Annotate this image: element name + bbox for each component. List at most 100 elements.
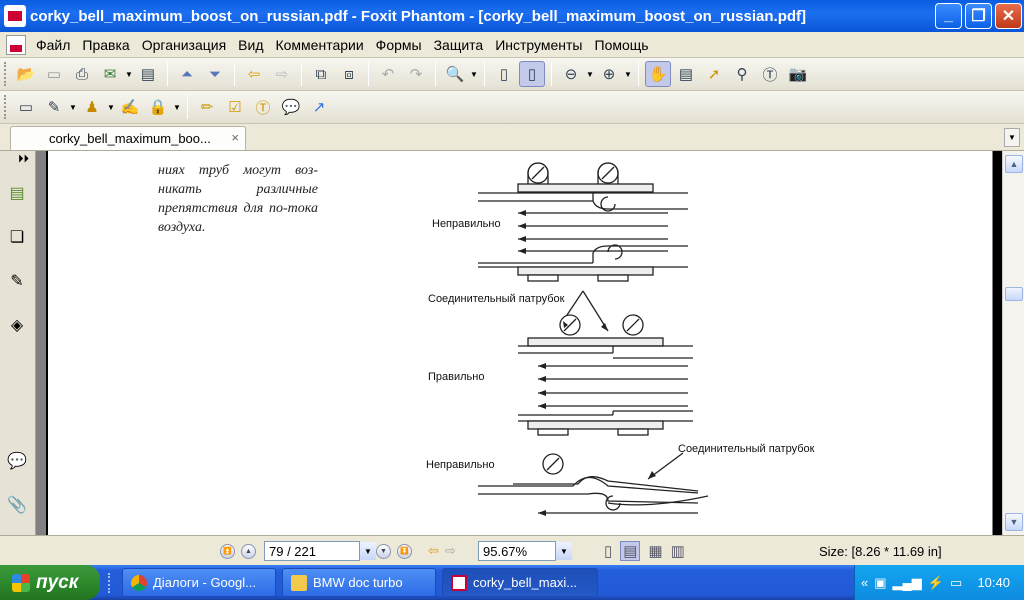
select-text-icon[interactable]: ▤ (673, 61, 699, 87)
menu-protect[interactable]: Защита (428, 37, 490, 53)
close-button[interactable]: ✕ (995, 3, 1022, 29)
save-icon[interactable]: ▭ (41, 61, 67, 87)
expand-panel-icon[interactable]: ⏵⏵ (18, 153, 29, 166)
sign-icon[interactable]: ✍ (117, 94, 143, 120)
scroll-down-icon[interactable]: ▼ (1005, 513, 1023, 531)
taskbar-item-foxit[interactable]: corky_bell_maxi... (442, 568, 598, 597)
power-icon[interactable]: ⚡ (928, 575, 944, 591)
bookmarks-panel-icon[interactable]: ❏ (6, 225, 28, 249)
scroll-up-icon[interactable]: ▲ (1005, 155, 1023, 173)
tray-expand-icon[interactable]: « (861, 575, 868, 590)
signal-icon[interactable]: ▂▄▆ (893, 575, 922, 591)
page-number-input[interactable]: 79 / 221 (264, 541, 360, 561)
toolbar-grip[interactable] (4, 62, 8, 86)
attachments-panel-icon[interactable]: 📎 (6, 493, 28, 517)
edit-text-icon[interactable]: ✎ (41, 94, 67, 120)
maximize-button[interactable]: ❐ (965, 3, 992, 29)
select-arrow-icon[interactable]: ➚ (701, 61, 727, 87)
forward-icon[interactable]: ⇨ (269, 61, 295, 87)
minimize-button[interactable]: _ (935, 3, 962, 29)
zoom-in-dropdown-icon[interactable]: ▼ (623, 61, 633, 87)
prev-page-icon[interactable]: ⏶ (174, 61, 200, 87)
first-page-icon[interactable]: ⏫ (220, 543, 235, 559)
zoom-dropdown-icon[interactable]: ▼ (469, 61, 479, 87)
textbox-icon[interactable]: Ⓣ (250, 94, 276, 120)
forward-status-icon[interactable]: ⇨ (445, 543, 456, 559)
document-viewport[interactable]: ниях труб могут воз-никать различные пре… (36, 151, 1002, 535)
arrow-icon[interactable]: ↗ (306, 94, 332, 120)
fit-page-icon[interactable]: ▯ (491, 61, 517, 87)
zoom-value: 95.67% (483, 543, 528, 559)
form-icon[interactable]: ☑ (222, 94, 248, 120)
single-page-view-icon[interactable]: ▯ (604, 542, 612, 560)
hand-tool-icon[interactable]: ✋ (645, 61, 671, 87)
layers-panel-icon[interactable]: ◈ (6, 313, 28, 337)
back-status-icon[interactable]: ⇦ (428, 543, 439, 559)
foxit-app-icon[interactable] (4, 5, 26, 27)
menu-help[interactable]: Помощь (589, 37, 655, 53)
facing-view-icon[interactable]: ▦ (648, 542, 662, 560)
continuous-facing-view-icon[interactable]: ▥ (671, 542, 685, 560)
zoom-out-minus-icon[interactable]: ⊖ (558, 61, 584, 87)
zoom-out-dropdown-icon[interactable]: ▼ (585, 61, 595, 87)
document-menu-icon[interactable] (6, 34, 26, 55)
toolbar-grip[interactable] (4, 95, 8, 119)
network-icon[interactable]: ▣ (874, 575, 886, 591)
monitor-icon[interactable]: ▭ (950, 575, 962, 591)
start-button[interactable]: пуск (0, 565, 100, 600)
lock-dropdown-icon[interactable]: ▼ (172, 94, 182, 120)
comments-panel-icon[interactable]: 💬 (6, 449, 28, 473)
taskbar-item-folder[interactable]: BMW doc turbo (282, 568, 436, 597)
prev-page-status-icon[interactable]: ▲ (241, 543, 256, 559)
zoom-in-plus-icon[interactable]: ⊕ (596, 61, 622, 87)
find-icon[interactable]: ⚲ (729, 61, 755, 87)
menu-comments[interactable]: Комментарии (269, 37, 369, 53)
menu-organize[interactable]: Организация (136, 37, 232, 53)
menu-tools[interactable]: Инструменты (489, 37, 588, 53)
next-page-icon[interactable]: ⏷ (202, 61, 228, 87)
zoom-input[interactable]: 95.67% (478, 541, 556, 561)
zoom-level-dropdown-icon[interactable]: ▼ (556, 542, 572, 560)
tab-list-dropdown-icon[interactable]: ▼ (1004, 128, 1020, 147)
menu-forms[interactable]: Формы (370, 37, 428, 53)
fit-width-icon[interactable]: ▯ (519, 61, 545, 87)
windows-taskbar: пуск Діалоги - Googl... BMW doc turbo co… (0, 565, 1024, 600)
redo-icon[interactable]: ↷ (403, 61, 429, 87)
tab-close-icon[interactable]: × (231, 130, 239, 145)
page-dropdown-icon[interactable]: ▼ (360, 542, 376, 560)
undo-icon[interactable]: ↶ (375, 61, 401, 87)
window-title: corky_bell_maximum_boost_on_russian.pdf … (30, 7, 807, 25)
scroll-thumb[interactable] (1005, 287, 1023, 301)
zoom-in-icon[interactable]: 🔍 (442, 61, 468, 87)
menu-file[interactable]: Файл (30, 37, 76, 53)
last-page-icon[interactable]: ⏬ (397, 543, 412, 559)
document-tab[interactable]: corky_bell_maximum_boo... × (10, 126, 246, 150)
continuous-view-icon[interactable]: ▤ (620, 541, 641, 561)
highlight-icon[interactable]: ✏ (194, 94, 220, 120)
single-page-icon[interactable]: ▭ (13, 94, 39, 120)
insert-page-icon[interactable]: ⧈ (336, 61, 362, 87)
next-page-status-icon[interactable]: ▼ (376, 543, 391, 559)
email-dropdown-icon[interactable]: ▼ (124, 61, 134, 87)
clock[interactable]: 10:40 (977, 575, 1010, 590)
scan-icon[interactable]: ▤ (135, 61, 161, 87)
note-icon[interactable]: 💬 (278, 94, 304, 120)
extract-page-icon[interactable]: ⧉ (308, 61, 334, 87)
edit-text-dropdown-icon[interactable]: ▼ (68, 94, 78, 120)
menu-view[interactable]: Вид (232, 37, 269, 53)
taskbar-item-chrome[interactable]: Діалоги - Googl... (122, 568, 276, 597)
snapshot-icon[interactable]: 📷 (785, 61, 811, 87)
menu-edit[interactable]: Правка (76, 37, 135, 53)
stamp-dropdown-icon[interactable]: ▼ (106, 94, 116, 120)
open-icon[interactable]: 📂 (13, 61, 39, 87)
signatures-panel-icon[interactable]: ✎ (6, 269, 28, 293)
toolbar-separator (551, 62, 552, 86)
lock-icon[interactable]: 🔒 (145, 94, 171, 120)
email-icon[interactable]: ✉ (97, 61, 123, 87)
back-icon[interactable]: ⇦ (241, 61, 267, 87)
print-icon[interactable]: ⎙ (69, 61, 95, 87)
typewriter-icon[interactable]: Ⓣ (757, 61, 783, 87)
pages-panel-icon[interactable]: ▤ (6, 181, 28, 205)
vertical-scrollbar[interactable]: ▲ ▼ (1002, 151, 1024, 535)
stamp-icon[interactable]: ♟ (79, 94, 105, 120)
